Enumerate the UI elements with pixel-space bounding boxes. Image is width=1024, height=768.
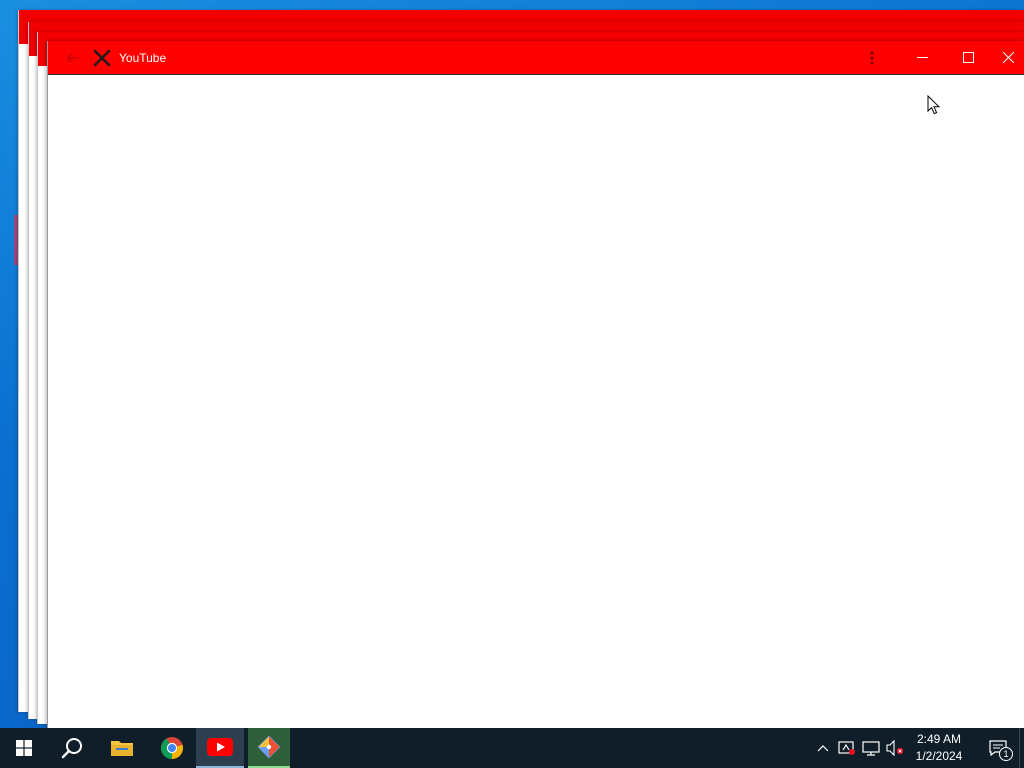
network-tray-button[interactable] [860,728,882,768]
volume-muted-icon [886,740,904,756]
app-logo [90,41,114,74]
file-explorer-button[interactable] [98,728,146,768]
system-clock[interactable]: 2:49 AM 1/2/2024 [908,728,970,768]
taskbar: 2:49 AM 1/2/2024 1 [0,728,1024,768]
back-arrow-icon [66,52,79,63]
show-desktop-button[interactable] [1019,728,1024,768]
security-icon [838,741,855,755]
clock-time: 2:49 AM [916,732,962,746]
action-center-button[interactable]: 1 [978,728,1018,768]
maximize-button[interactable] [945,41,991,74]
window-content[interactable] [48,75,1024,728]
chevron-up-icon [817,745,829,752]
window-title: YouTube [119,51,167,65]
folder-icon [111,741,133,756]
chrome-button[interactable] [148,728,196,768]
youtube-icon [207,738,233,756]
x-logo-icon [93,49,111,66]
minimize-icon [916,57,928,58]
more-options-button[interactable] [860,41,884,74]
chrome-icon [160,737,184,760]
search-button[interactable] [48,728,96,768]
youtube-app-window[interactable]: YouTube [47,41,1024,728]
start-button[interactable] [0,728,48,768]
maximize-icon [962,52,974,63]
network-icon [862,741,880,756]
windows-logo-icon [16,740,32,756]
minimize-button[interactable] [899,41,945,74]
volume-tray-button[interactable] [884,728,906,768]
mouse-cursor-icon [927,95,940,115]
clock-date: 1/2/2024 [915,749,963,763]
youtube-button[interactable] [196,728,244,768]
back-button[interactable] [58,41,88,74]
show-hidden-icons-button[interactable] [812,728,834,768]
close-button[interactable] [991,41,1024,74]
search-icon [61,738,82,759]
window-titlebar[interactable]: YouTube [48,41,1024,75]
security-tray-button[interactable] [836,728,858,768]
desktop: YouTube [0,0,1024,728]
git-button[interactable] [248,728,290,768]
git-icon [257,735,281,759]
notification-count-badge: 1 [999,747,1013,761]
close-icon [1002,52,1014,63]
more-vertical-icon [870,51,874,64]
